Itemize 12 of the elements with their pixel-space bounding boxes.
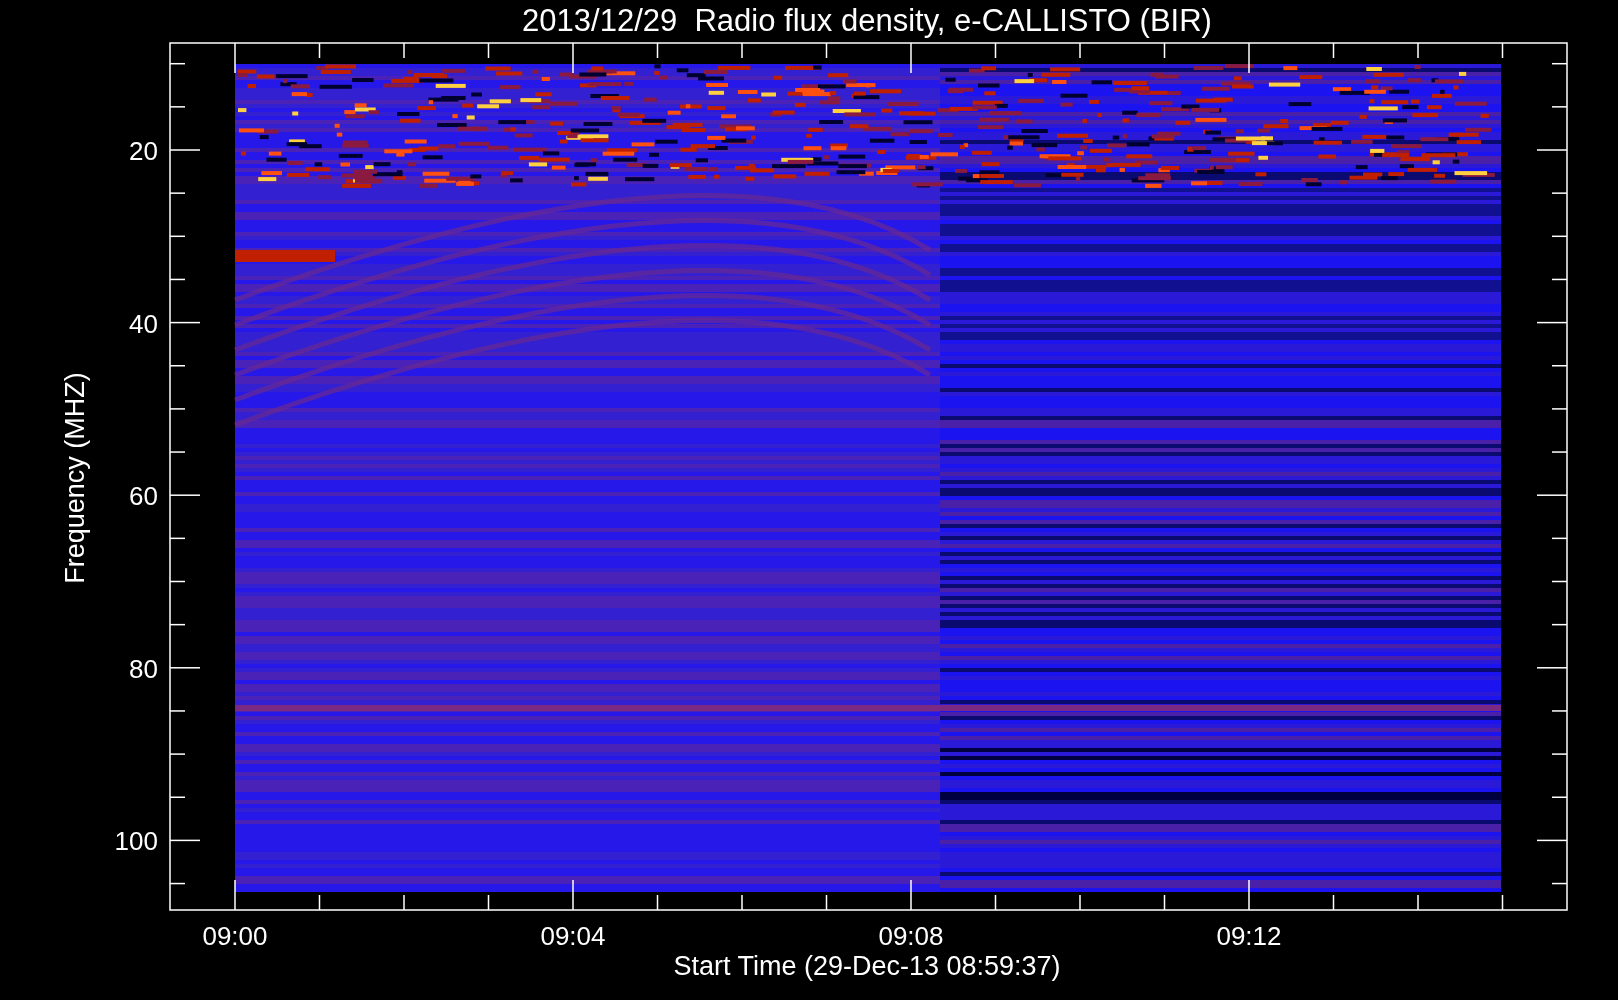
tick-label: 100: [114, 826, 158, 857]
axis-title: Frequency (MHZ): [60, 372, 90, 584]
axis-title: Start Time (29-Dec-13 08:59:37): [673, 951, 1061, 981]
tick-label: 09:04: [540, 921, 606, 951]
tick-label: 09:00: [202, 921, 268, 951]
tick-label: 09:12: [1216, 921, 1282, 951]
tick-label: 60: [129, 481, 158, 512]
tick-label: 09:08: [878, 921, 944, 951]
tick-label: 40: [129, 308, 158, 339]
tick-label: 20: [129, 136, 158, 166]
chart-title: 2013/12/29 Radio flux density, e-CALLISTO (BIR): [522, 3, 1212, 38]
tick-label: 80: [129, 653, 158, 684]
